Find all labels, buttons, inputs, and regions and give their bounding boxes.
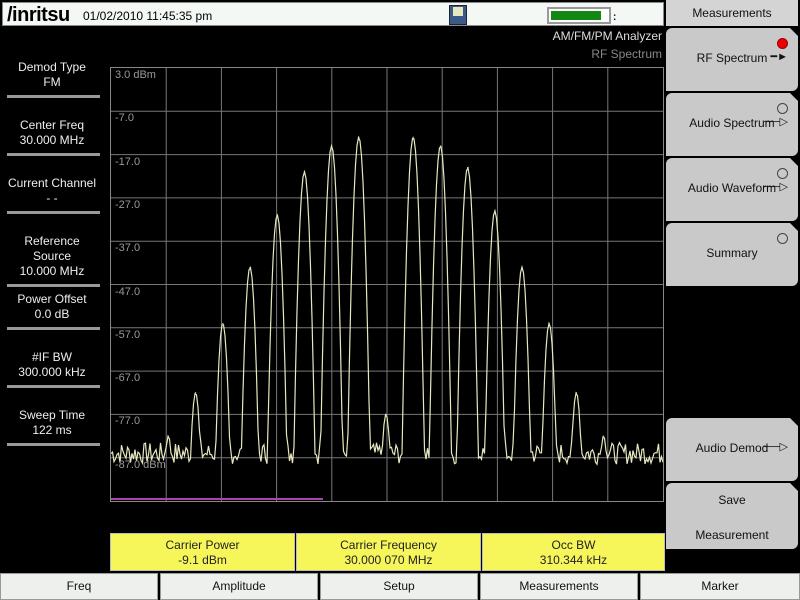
param-label: Demod Type: [4, 60, 100, 75]
param-value: FM: [4, 75, 100, 90]
tab-measurements[interactable]: Measurements: [480, 573, 638, 600]
summary-button[interactable]: Summary: [666, 223, 798, 286]
occ-bw-readout: Occ BW310.344 kHz: [482, 533, 665, 571]
param-value: 10.000 MHz: [4, 264, 100, 279]
y-tick-label: -57.0: [115, 329, 140, 341]
spectral-line-peak: [576, 392, 577, 393]
param-label: Current Channel: [4, 176, 100, 191]
param-value: 30.000 MHz: [4, 133, 100, 148]
spectral-line-peak: [222, 323, 223, 324]
spectral-line-peak: [249, 267, 250, 268]
param-value: - -: [4, 191, 100, 206]
spectral-line-peak: [467, 167, 468, 168]
param-2[interactable]: Current Channel- -: [4, 176, 100, 206]
param-3[interactable]: Reference Source10.000 MHz: [4, 234, 100, 279]
y-tick-label: -17.0: [115, 156, 140, 168]
button-label: Audio Spectrum: [689, 116, 774, 130]
button-label: Audio Waveform: [688, 181, 776, 195]
readout-label: Carrier Frequency: [297, 538, 480, 553]
button-label-2: Measurement: [666, 526, 798, 544]
button-label: Summary: [706, 246, 757, 260]
tab-setup[interactable]: Setup: [320, 573, 478, 600]
button-label: Audio Demod: [696, 441, 769, 455]
status-bar: /inritsu 01/02/2010 11:45:35 pm :: [2, 2, 664, 26]
spectral-line-peak: [549, 323, 550, 324]
param-value: 300.000 kHz: [4, 365, 100, 380]
param-0[interactable]: Demod TypeFM: [4, 60, 100, 90]
audio-waveform-button[interactable]: Audio Waveform──▷: [666, 158, 798, 221]
anritsu-logo: /inritsu: [7, 4, 70, 27]
spectral-line-peak: [331, 145, 332, 146]
spectral-line-peak: [521, 267, 522, 268]
save-measurement-button[interactable]: Save Measurement: [666, 483, 798, 549]
spectral-line-peak: [195, 392, 196, 393]
param-1[interactable]: Center Freq30.000 MHz: [4, 118, 100, 148]
param-5[interactable]: #IF BW300.000 kHz: [4, 350, 100, 380]
mode-title: AM/FM/PM Analyzer: [553, 29, 662, 43]
param-label: Power Offset: [4, 292, 100, 307]
param-label: Reference Source: [4, 234, 100, 264]
carrier-frequency-readout: Carrier Frequency30.000 070 MHz: [296, 533, 481, 571]
audio-spectrum-button[interactable]: Audio Spectrum──▷: [666, 93, 798, 156]
radio-icon: [777, 233, 788, 244]
param-label: Sweep Time: [4, 408, 100, 423]
param-label: Center Freq: [4, 118, 100, 133]
spectral-line-peak: [358, 137, 359, 138]
measurement-title: RF Spectrum: [591, 47, 662, 61]
param-label: #IF BW: [4, 350, 100, 365]
audio-demod-button[interactable]: Audio Demod──▷: [666, 418, 798, 481]
datetime: 01/02/2010 11:45:35 pm: [83, 9, 212, 23]
spectrum-graph[interactable]: 3.0 dBm -7.0 -17.0 -27.0 -37.0 -47.0 -57.0 -67.…: [110, 67, 664, 502]
param-value: 122 ms: [4, 423, 100, 438]
y-tick-label: -37.0: [115, 242, 140, 254]
carrier-power-readout: Carrier Power-9.1 dBm: [110, 533, 295, 571]
arrow-icon: ──▷: [764, 92, 788, 152]
readout-value: -9.1 dBm: [111, 553, 294, 568]
readout-label: Carrier Power: [111, 538, 294, 553]
spectral-line-peak: [440, 145, 441, 146]
spectral-line-peak: [494, 210, 495, 211]
save-icon[interactable]: [449, 5, 467, 25]
y-tick-label: -87.0 dBm: [115, 459, 166, 471]
rf-spectrum-button[interactable]: RF Spectrum━►: [666, 28, 798, 91]
spectral-line-peak: [413, 137, 414, 138]
spectral-line-peak: [304, 171, 305, 172]
arrow-icon: ──▷: [764, 157, 788, 217]
readout-value: 310.344 kHz: [483, 553, 664, 568]
param-4[interactable]: Power Offset0.0 dB: [4, 292, 100, 322]
spectral-line-peak: [603, 435, 604, 436]
button-label: Save: [666, 491, 798, 509]
y-tick-label: -47.0: [115, 286, 140, 298]
tab-amplitude[interactable]: Amplitude: [160, 573, 318, 600]
arrow-icon: ──▷: [764, 417, 788, 477]
battery-icon: [547, 7, 611, 24]
param-6[interactable]: Sweep Time122 ms: [4, 408, 100, 438]
param-value: 0.0 dB: [4, 307, 100, 322]
arrow-icon: ━►: [770, 27, 788, 87]
readout-value: 30.000 070 MHz: [297, 553, 480, 568]
y-tick-label: 3.0 dBm: [115, 69, 156, 81]
battery-tip: :: [613, 12, 616, 23]
button-label: RF Spectrum: [697, 51, 768, 65]
spectral-line-peak: [385, 414, 386, 415]
y-tick-label: -7.0: [115, 112, 134, 124]
tab-freq[interactable]: Freq: [0, 573, 158, 600]
y-tick-label: -27.0: [115, 199, 140, 211]
spectral-line-peak: [168, 435, 169, 436]
menu-title: Measurements: [666, 0, 798, 26]
spectral-line-peak: [277, 215, 278, 216]
tab-marker[interactable]: Marker: [640, 573, 800, 600]
y-tick-label: -67.0: [115, 372, 140, 384]
y-tick-label: -77.0: [115, 415, 140, 427]
readout-label: Occ BW: [483, 538, 664, 553]
